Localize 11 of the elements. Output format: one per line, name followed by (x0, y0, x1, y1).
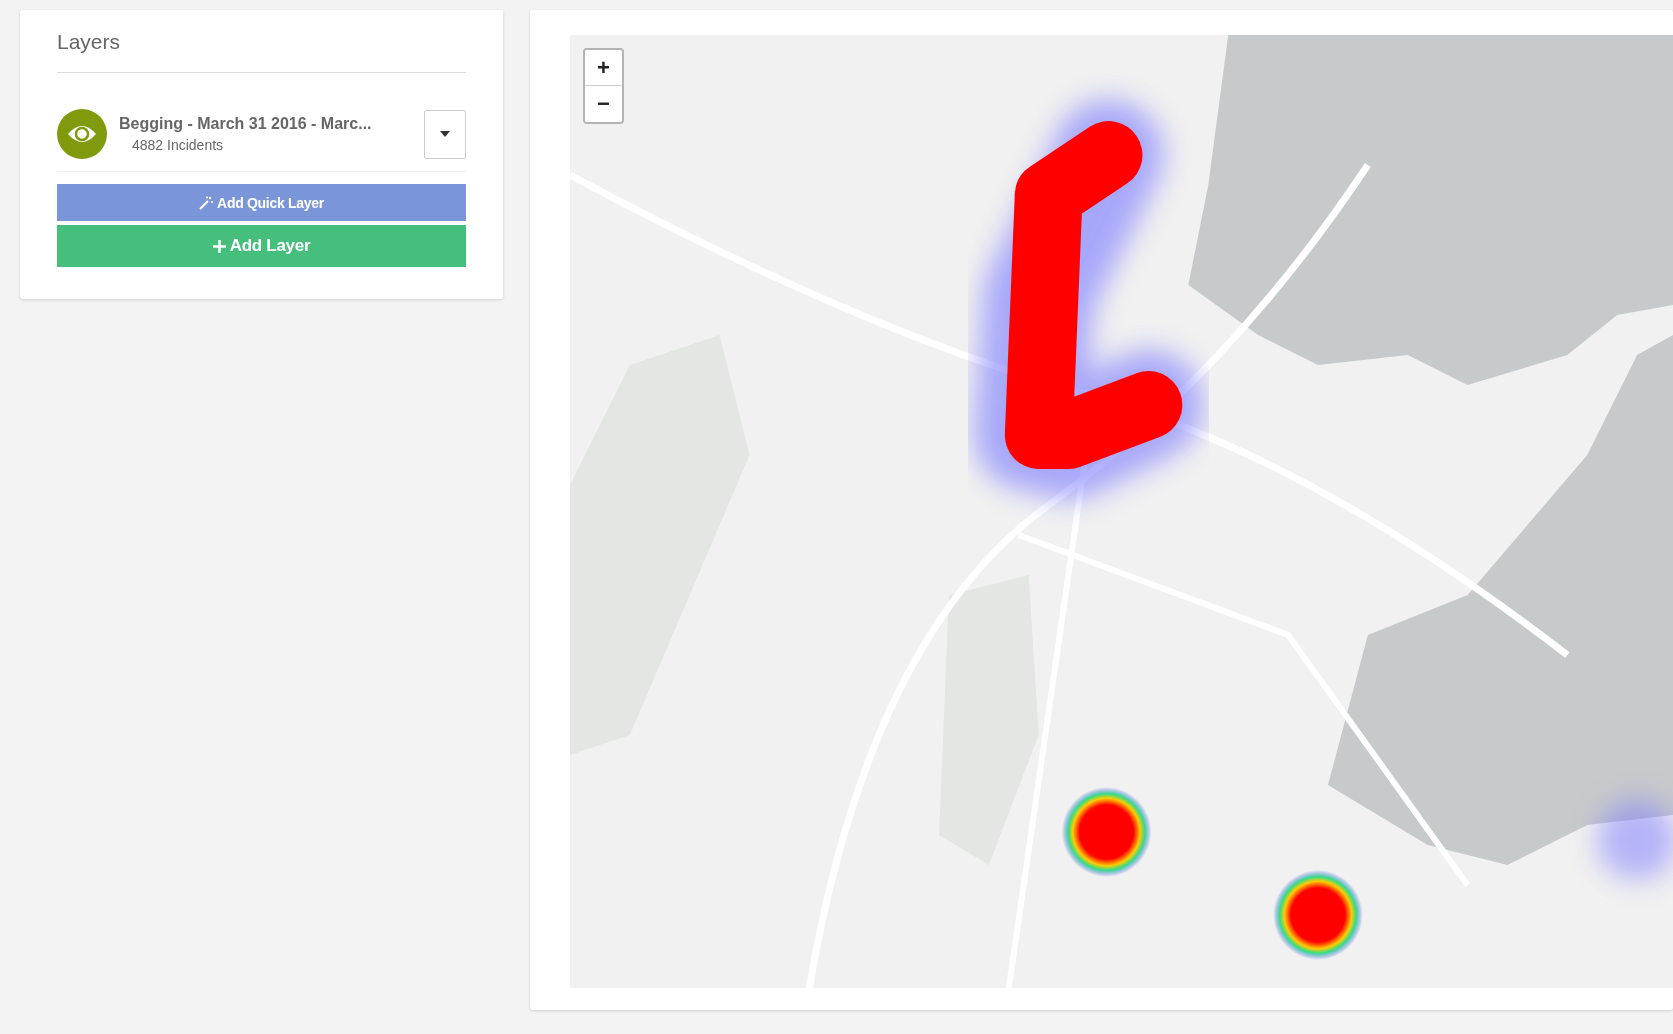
layer-menu-button[interactable] (424, 109, 466, 159)
plus-icon (212, 239, 226, 253)
incident-count: 4882 Incidents (131, 137, 225, 153)
layer-name: Begging - March 31 2016 - Marc... (119, 115, 373, 133)
zoom-in-button[interactable]: + (585, 50, 622, 86)
magic-wand-icon (199, 195, 214, 210)
zoom-out-button[interactable]: − (585, 86, 622, 122)
eye-icon (67, 124, 97, 144)
visibility-toggle[interactable] (57, 109, 107, 159)
caret-icon (440, 131, 450, 137)
panel-title: Layers (57, 30, 466, 73)
